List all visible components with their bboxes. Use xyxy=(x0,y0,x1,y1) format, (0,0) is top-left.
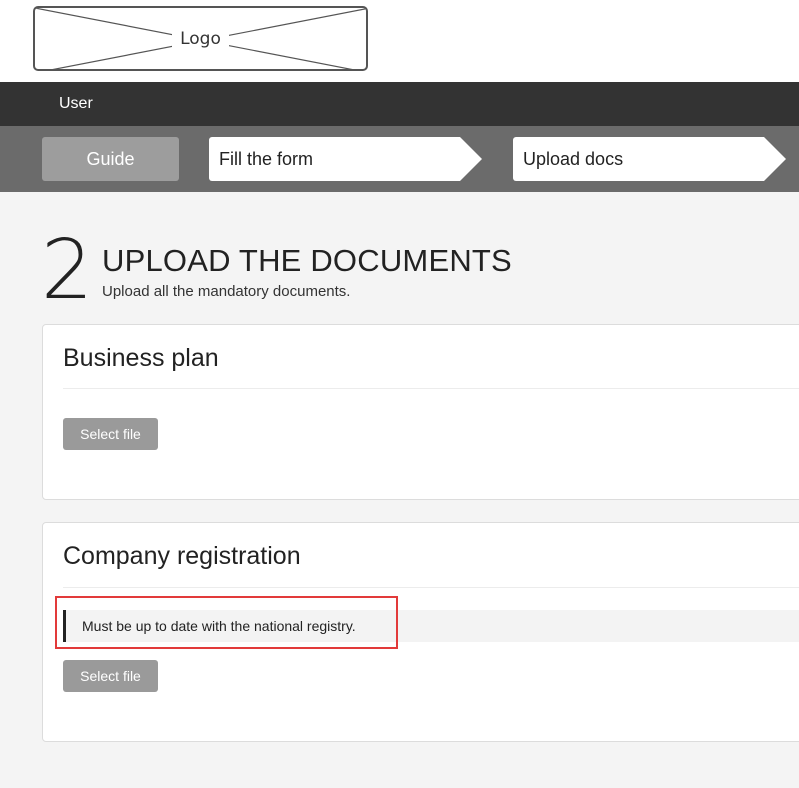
select-file-button[interactable]: Select file xyxy=(63,418,158,450)
page-subtitle: Upload all the mandatory documents. xyxy=(102,283,351,300)
logo[interactable]: Logo xyxy=(33,6,368,71)
step-label: Upload docs xyxy=(523,148,624,169)
top-header: Logo xyxy=(0,0,799,82)
user-menu-link[interactable]: User xyxy=(59,82,93,126)
step-fill-the-form[interactable]: Fill the form xyxy=(209,137,482,181)
steps-bar: Guide Fill the form Upload docs xyxy=(0,126,799,192)
user-bar: User xyxy=(0,82,799,126)
step-number: 2 xyxy=(41,223,94,318)
business-plan-section: Business plan Select file xyxy=(42,324,799,500)
step-guide[interactable]: Guide xyxy=(42,137,179,181)
page-title: UPLOAD THE DOCUMENTS xyxy=(102,243,512,278)
select-file-button[interactable]: Select file xyxy=(63,660,158,692)
section-title: Company registration xyxy=(63,542,301,570)
divider xyxy=(63,388,799,389)
company-registration-section: Company registration Must be up to date … xyxy=(42,522,799,742)
section-title: Business plan xyxy=(63,344,219,372)
step-upload-docs[interactable]: Upload docs xyxy=(513,137,786,181)
step-label: Fill the form xyxy=(219,148,314,169)
registry-note: Must be up to date with the national reg… xyxy=(63,610,799,642)
logo-text: Logo xyxy=(172,28,229,49)
divider xyxy=(63,587,799,588)
